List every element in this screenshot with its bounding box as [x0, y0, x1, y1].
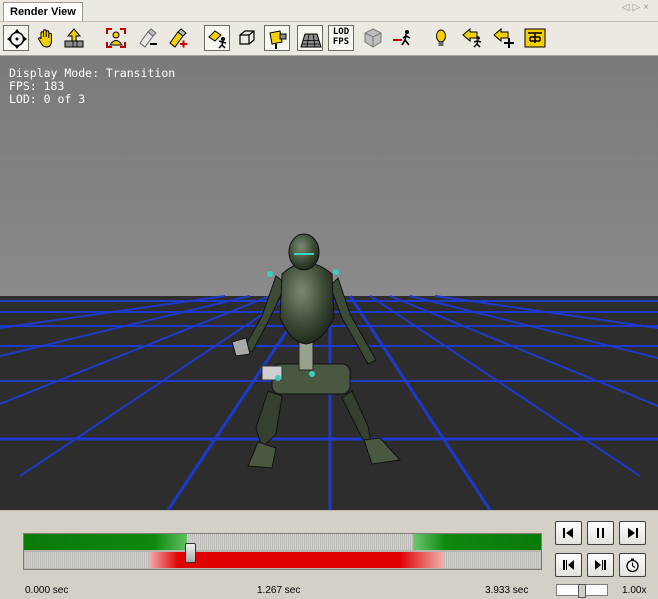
timeline-track[interactable]	[23, 533, 542, 570]
render-viewport[interactable]: Display Mode: Transition FPS: 183 LOD: 0 o…	[0, 56, 658, 510]
add-point-icon	[493, 27, 514, 48]
walk-back-icon	[462, 27, 482, 48]
lod-fps-icon: LOD FPS	[332, 27, 350, 47]
playback-speed-thumb[interactable]	[578, 584, 586, 598]
stopwatch-icon	[626, 558, 639, 573]
add-light-button[interactable]	[164, 25, 190, 51]
playback-speed-label: 1.00x	[622, 585, 647, 596]
tab-close-icon[interactable]: ×	[643, 2, 652, 13]
go-to-end-icon	[628, 528, 638, 538]
light-bulb-icon	[436, 29, 446, 46]
anim-segment-b	[413, 534, 541, 550]
skeleton-button[interactable]	[522, 25, 548, 51]
go-to-start-icon	[563, 528, 573, 538]
toolbar: LOD FPS	[0, 22, 658, 56]
step-forward-button[interactable]	[587, 553, 614, 577]
remove-light-button[interactable]	[134, 25, 160, 51]
pan-hand-button[interactable]	[33, 25, 59, 51]
pause-icon	[597, 528, 604, 538]
tab-scroll-right-icon[interactable]: ▷	[632, 2, 643, 13]
add-light-icon	[169, 28, 187, 48]
grid-icon	[300, 33, 322, 48]
spotlight-icon	[269, 30, 287, 49]
playback-speed-slider[interactable]	[556, 584, 608, 598]
root-motion-button[interactable]	[390, 25, 416, 51]
timeline-scrubber[interactable]	[185, 543, 196, 563]
timeline-panel: 0.000 sec 1.267 sec 3.933 sec 1.00x	[0, 510, 658, 599]
tab-strip: Render View ◁▷×	[0, 0, 658, 22]
scene-canvas	[0, 56, 658, 510]
wireframe-box-icon	[239, 30, 255, 45]
walk-back-button[interactable]	[460, 25, 486, 51]
anim-segment-a	[24, 534, 187, 550]
skeleton-icon	[524, 28, 546, 48]
bone-select-icon	[208, 30, 227, 49]
tab-scroll-left-icon[interactable]: ◁	[622, 2, 633, 13]
orbit-camera-button[interactable]	[3, 25, 29, 51]
remove-light-icon	[139, 28, 157, 48]
bounding-box-button[interactable]	[360, 25, 386, 51]
cube-icon	[364, 28, 382, 48]
go-to-end-button[interactable]	[619, 521, 646, 545]
lod-fps-button[interactable]: LOD FPS	[328, 25, 354, 51]
hand-icon	[38, 29, 52, 48]
pause-button[interactable]	[587, 521, 614, 545]
spotlight-button[interactable]	[264, 25, 290, 51]
tab-navigation: ◁▷×	[622, 2, 652, 13]
go-to-start-button[interactable]	[555, 521, 582, 545]
ground-grid-button[interactable]	[297, 25, 323, 51]
root-motion-icon	[393, 30, 411, 46]
hud-overlay: Display Mode: Transition FPS: 183 LOD: 0 o…	[9, 67, 175, 106]
step-forward-icon	[595, 560, 606, 570]
timer-button[interactable]	[619, 553, 646, 577]
hud-lod: LOD: 0 of 3	[9, 92, 86, 106]
zoom-button[interactable]	[61, 25, 87, 51]
tab-render-view[interactable]: Render View	[3, 2, 83, 21]
timeline-start-label: 0.000 sec	[25, 585, 69, 596]
step-back-button[interactable]	[555, 553, 582, 577]
frame-all-button[interactable]	[103, 25, 129, 51]
add-point-button[interactable]	[491, 25, 517, 51]
bone-select-button[interactable]	[204, 25, 230, 51]
wireframe-box-button[interactable]	[234, 25, 260, 51]
light-bulb-button[interactable]	[428, 25, 454, 51]
orbit-icon	[7, 29, 27, 49]
timeline-current-label: 1.267 sec	[257, 585, 301, 596]
step-back-icon	[563, 560, 574, 570]
blend-lane-top	[24, 534, 541, 550]
zoom-arrow-icon	[64, 28, 84, 48]
frame-all-icon	[106, 28, 126, 48]
timeline-end-label: 3.933 sec	[485, 585, 529, 596]
blend-lane-bottom	[24, 552, 541, 568]
